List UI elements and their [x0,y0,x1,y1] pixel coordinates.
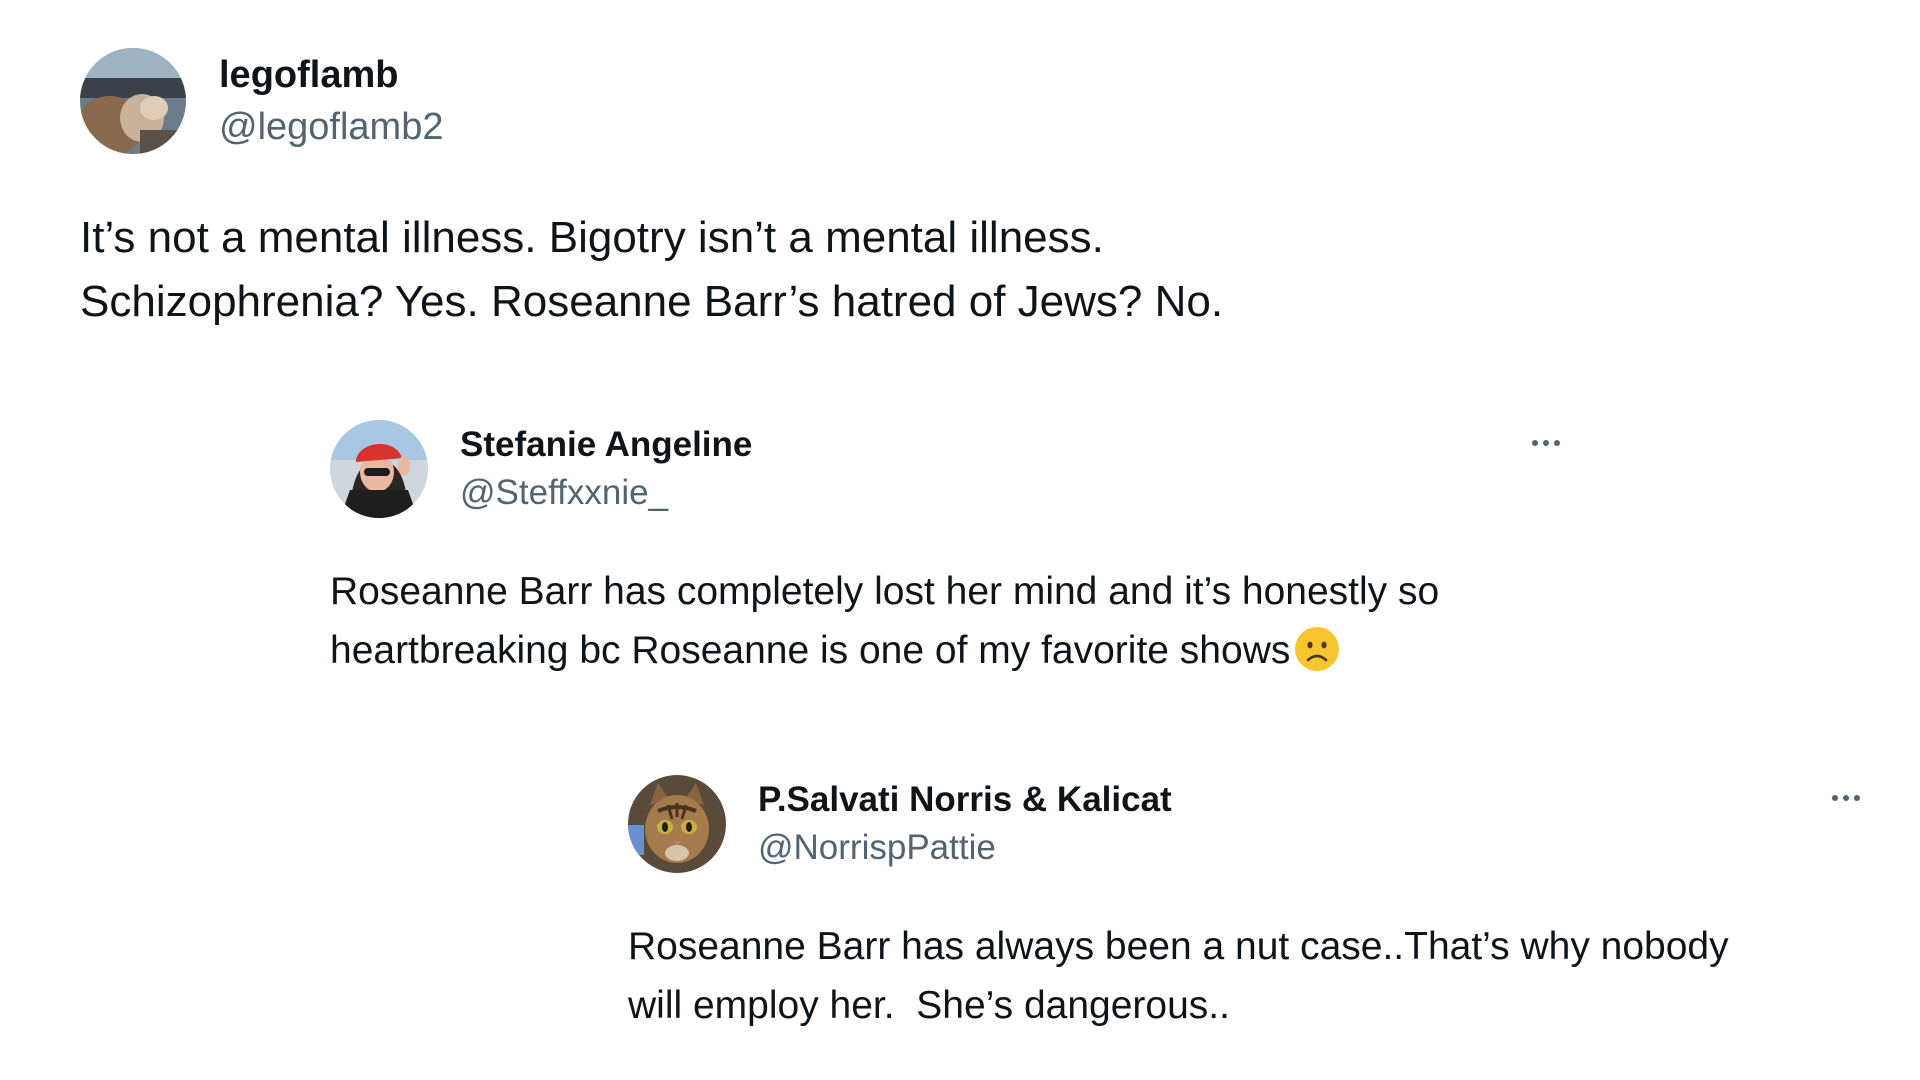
avatar[interactable] [628,775,726,873]
tweet-text: Roseanne Barr has completely lost her mi… [330,562,1560,689]
more-options-icon[interactable] [1532,440,1560,446]
tweet-text-line: will employ her. She’s dangerous.. [628,984,1230,1027]
display-name[interactable]: P.Salvati Norris & Kalicat [758,776,1172,824]
slightly-frowning-face-icon [1294,626,1340,689]
user-handle[interactable]: @legoflamb2 [219,101,443,153]
tweet-legoflamb[interactable]: legoflamb @legoflamb2 It’s not a mental … [80,48,1780,334]
tweet-text-line: Schizophrenia? Yes. Roseanne Barr’s hatr… [80,277,1224,326]
person-in-car-avatar-icon [80,48,186,154]
more-dot [1843,795,1849,801]
name-block: legoflamb @legoflamb2 [219,49,443,153]
user-handle[interactable]: @Steffxxnie_ [460,469,752,517]
woman-red-cap-avatar-icon [330,420,428,518]
tabby-cat-avatar-icon [628,775,726,873]
more-dot [1543,440,1549,446]
name-block: P.Salvati Norris & Kalicat @NorrispPatti… [758,776,1172,872]
tweet-text-line: heartbreaking bc Roseanne is one of my f… [330,629,1291,672]
tweet-header: Stefanie Angeline @Steffxxnie_ [330,420,1560,518]
tweet-text-line-with-emoji: heartbreaking bc Roseanne is one of my f… [330,621,1560,689]
tweet-stefanie-angeline[interactable]: Stefanie Angeline @Steffxxnie_ Roseanne … [330,420,1560,689]
user-handle[interactable]: @NorrispPattie [758,824,1172,872]
tweet-text: Roseanne Barr has always been a nut case… [628,917,1860,1035]
tweet-header: P.Salvati Norris & Kalicat @NorrispPatti… [628,775,1860,873]
tweet-text-line: Roseanne Barr has always been a nut case… [628,925,1729,968]
tweet-text-line: It’s not a mental illness. Bigotry isn’t… [80,213,1104,262]
tweet-salvati-norris[interactable]: P.Salvati Norris & Kalicat @NorrispPatti… [628,775,1860,1035]
name-block: Stefanie Angeline @Steffxxnie_ [460,421,752,517]
display-name[interactable]: legoflamb [219,49,443,101]
avatar[interactable] [80,48,186,154]
more-options-icon[interactable] [1832,795,1860,801]
display-name[interactable]: Stefanie Angeline [460,421,752,469]
tweet-text: It’s not a mental illness. Bigotry isn’t… [80,206,1780,334]
tweet-text-line: Roseanne Barr has completely lost her mi… [330,570,1440,613]
more-dot [1832,795,1838,801]
more-dot [1854,795,1860,801]
more-dot [1554,440,1560,446]
more-dot [1532,440,1538,446]
avatar[interactable] [330,420,428,518]
tweet-header: legoflamb @legoflamb2 [80,48,1780,154]
